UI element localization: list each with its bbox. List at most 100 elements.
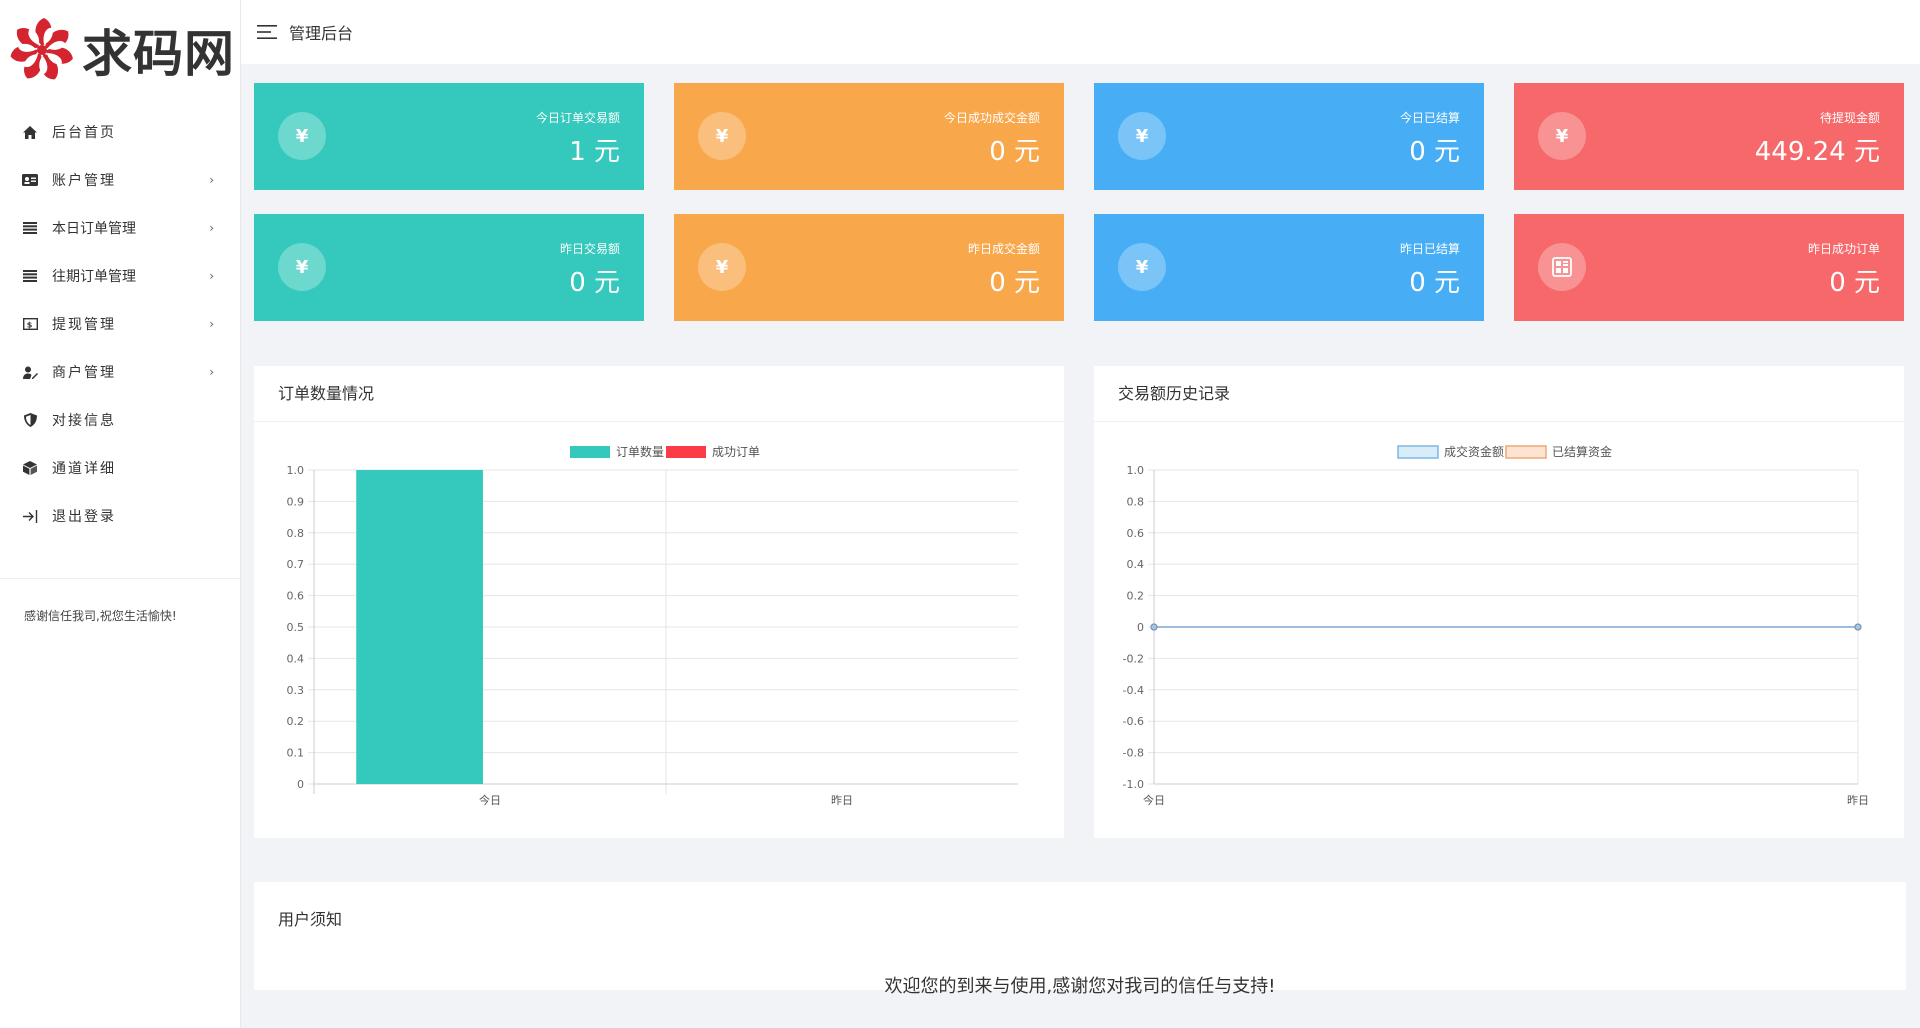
yuan-icon: ¥ (698, 243, 746, 291)
stat-card-yesterday-success-amount: ¥ 昨日成交金额 0 元 (674, 214, 1064, 321)
y-tick-label: 0 (1137, 621, 1144, 634)
sidebar-item-merchant[interactable]: 商户管理 › (0, 348, 240, 396)
x-tick-label: 昨日 (831, 794, 853, 807)
stat-value: 0 元 (989, 268, 1040, 298)
stat-label: 今日订单交易额 (535, 111, 620, 125)
stat-card-yesterday-trade-amount: ¥ 昨日交易额 0 元 (254, 214, 644, 321)
sidebar-item-label: 商户管理 (52, 365, 116, 381)
hamburger-menu-icon[interactable] (257, 25, 277, 39)
stat-value: 0 元 (1829, 268, 1880, 298)
notice-panel: 用户须知 欢迎您的到来与使用,感谢您对我司的信任与支持! (254, 882, 1906, 997)
y-tick-label: 0.4 (287, 652, 305, 665)
chevron-right-icon: › (209, 365, 214, 379)
logout-icon (22, 508, 38, 524)
trade-chart-title: 交易额历史记录 (1094, 366, 1904, 422)
chevron-right-icon: › (209, 221, 214, 235)
legend-swatch (1505, 445, 1547, 459)
legend-swatch (666, 446, 706, 458)
sidebar-item-label: 本日订单管理 (52, 221, 136, 237)
orders-chart-panel: 订单数量情况 订单数量 成功订单 0 0.1 0.2 0.3 0.4 0.5 0.6 0.7 0.8… (254, 366, 1064, 838)
stat-value: 0 元 (569, 268, 620, 298)
y-tick-label: 0.6 (287, 590, 305, 603)
y-tick-label: 0.8 (287, 527, 305, 540)
sidebar-item-home[interactable]: 后台首页 (0, 108, 240, 156)
stat-card-pending-withdraw: ¥ 待提现金额 449.24 元 (1514, 83, 1904, 190)
y-tick-label: -1.0 (1123, 778, 1144, 791)
sidebar-item-label: 后台首页 (52, 125, 116, 141)
stat-card-today-trade-amount: ¥ 今日订单交易额 1 元 (254, 83, 644, 190)
logo[interactable]: 求码网 (0, 0, 240, 100)
sidebar-nav: 后台首页 账户管理 › 本日订单管理 › 往期订单管理 › $ 提现管理 › 商… (0, 108, 240, 540)
sidebar-item-logout[interactable]: 退出登录 (0, 492, 240, 540)
stat-card-today-settled: ¥ 今日已结算 0 元 (1094, 83, 1484, 190)
y-tick-label: 1.0 (287, 464, 305, 477)
bar (356, 470, 483, 784)
stat-value: 0 元 (989, 137, 1040, 167)
yuan-icon: ¥ (698, 112, 746, 160)
id-card-icon (22, 172, 38, 188)
y-tick-label: 0.6 (1127, 527, 1145, 540)
stat-label: 今日成功成交金额 (943, 111, 1040, 125)
yuan-icon: ¥ (278, 112, 326, 160)
stat-card-yesterday-success-orders: 昨日成功订单 0 元 (1514, 214, 1904, 321)
sidebar-item-past-orders[interactable]: 往期订单管理 › (0, 252, 240, 300)
y-tick-label: 0.9 (287, 495, 305, 508)
user-edit-icon (22, 364, 38, 380)
sidebar-item-label: 通道详细 (52, 461, 116, 477)
sidebar-item-integration[interactable]: 对接信息 (0, 396, 240, 444)
logo-text: 求码网 (82, 24, 235, 83)
stat-value: 0 元 (1409, 137, 1460, 167)
top-header: 管理后台 (241, 0, 1920, 64)
stat-card-today-success-amount: ¥ 今日成功成交金额 0 元 (674, 83, 1064, 190)
stat-label: 昨日成功订单 (1807, 242, 1880, 256)
y-tick-label: -0.4 (1123, 684, 1144, 697)
stat-label: 昨日交易额 (559, 242, 620, 256)
data-point (1854, 623, 1862, 631)
trade-chart-panel: 交易额历史记录 成交资金额 已结算资金 -1.0 -0.8 -0.6 -0.4 -0.2 0 0… (1094, 366, 1904, 838)
svg-text:$: $ (26, 320, 34, 329)
y-tick-label: 0.2 (1127, 590, 1145, 603)
flower-logo-icon (10, 18, 73, 80)
sidebar-item-account[interactable]: 账户管理 › (0, 156, 240, 204)
stat-card-yesterday-settled: ¥ 昨日已结算 0 元 (1094, 214, 1484, 321)
x-tick-label: 昨日 (1847, 794, 1869, 807)
legend-label: 订单数量 (616, 444, 664, 459)
sidebar-item-today-orders[interactable]: 本日订单管理 › (0, 204, 240, 252)
chevron-right-icon: › (209, 269, 214, 283)
sidebar-note: 感谢信任我司,祝您生活愉快! (24, 609, 177, 623)
list-icon (22, 268, 38, 284)
x-tick-label: 今日 (1143, 793, 1165, 807)
stat-label: 昨日成交金额 (967, 242, 1040, 256)
x-tick-label: 今日 (479, 793, 501, 807)
cube-icon (22, 460, 38, 476)
legend-label: 已结算资金 (1552, 444, 1612, 459)
stat-value: 1 元 (569, 137, 620, 167)
money-icon: $ (22, 316, 38, 332)
calculator-icon (1538, 243, 1586, 291)
list-icon (22, 220, 38, 236)
legend-swatch (570, 446, 610, 458)
legend-label: 成交资金额 (1444, 444, 1504, 459)
stat-label: 昨日已结算 (1399, 242, 1460, 256)
sidebar-item-label: 对接信息 (52, 413, 116, 429)
sidebar-item-withdraw[interactable]: $ 提现管理 › (0, 300, 240, 348)
y-tick-label: 0.4 (1127, 558, 1145, 571)
legend-swatch (1397, 445, 1439, 459)
y-tick-label: 0.7 (287, 558, 305, 571)
y-tick-label: 0.2 (287, 715, 305, 728)
yuan-icon: ¥ (278, 243, 326, 291)
y-tick-label: 0.1 (287, 747, 305, 760)
sidebar-item-label: 退出登录 (52, 509, 116, 525)
y-tick-label: 0.5 (287, 621, 305, 634)
chevron-right-icon: › (209, 173, 214, 187)
stat-value: 449.24 元 (1754, 137, 1880, 167)
data-point (1150, 623, 1158, 631)
y-tick-label: -0.6 (1123, 715, 1144, 728)
home-icon (22, 124, 38, 140)
y-tick-label: -0.8 (1123, 747, 1144, 760)
sidebar-item-channels[interactable]: 通道详细 (0, 444, 240, 492)
header-title: 管理后台 (289, 24, 354, 43)
stat-label: 待提现金额 (1819, 111, 1880, 125)
sidebar-item-label: 账户管理 (52, 173, 116, 189)
sidebar-item-label: 提现管理 (52, 317, 116, 333)
